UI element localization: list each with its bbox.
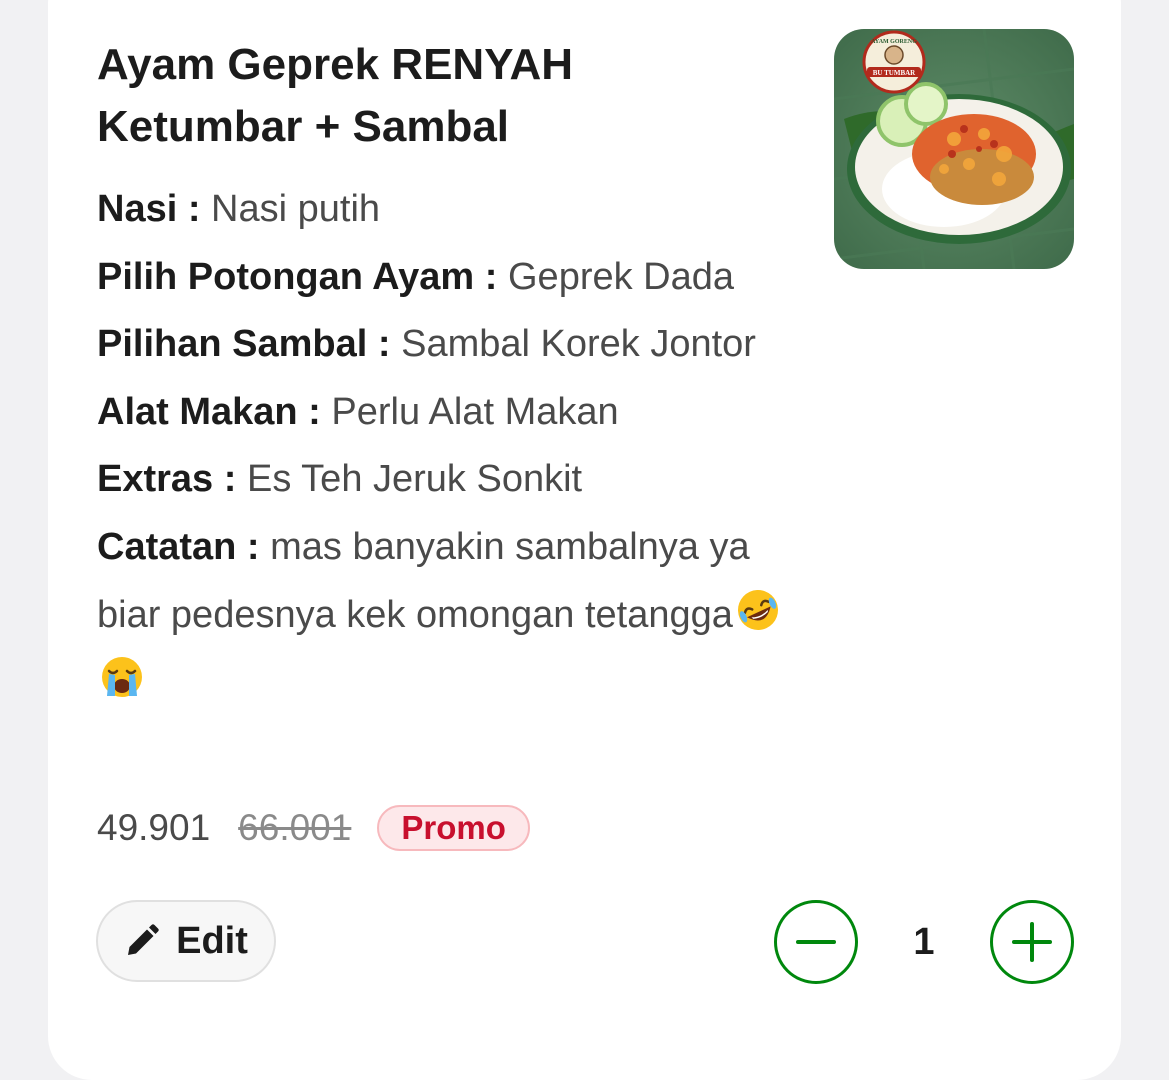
increase-quantity-button[interactable] (990, 900, 1074, 984)
item-image[interactable]: AYAM GORENG BU TUMBAR (834, 29, 1074, 269)
food-photo-icon: AYAM GORENG BU TUMBAR (834, 29, 1074, 269)
option-key: Pilih Potongan Ayam : (97, 255, 498, 298)
option-line: Alat Makan : Perlu Alat Makan (97, 379, 797, 447)
minus-icon (796, 940, 836, 944)
rolling-on-floor-laughing-emoji-icon (737, 589, 778, 630)
option-key: Alat Makan : (97, 390, 321, 433)
note-line: Catatan : mas banyakin sambalnya ya biar… (97, 514, 797, 717)
note-key: Catatan : (97, 525, 260, 568)
option-key: Pilihan Sambal : (97, 323, 391, 366)
pencil-icon (128, 924, 159, 955)
price-row: 49.901 66.001 Promo (97, 800, 530, 856)
edit-button[interactable]: Edit (96, 900, 276, 982)
option-line: Extras : Es Teh Jeruk Sonkit (97, 446, 797, 514)
option-line: Nasi : Nasi putih (97, 176, 797, 244)
original-price: 66.001 (238, 807, 352, 848)
option-value: Es Teh Jeruk Sonkit (246, 458, 583, 501)
svg-text:AYAM GORENG: AYAM GORENG (871, 39, 917, 45)
plus-icon (1012, 922, 1052, 962)
loudly-crying-emoji-icon (102, 657, 142, 698)
option-key: Extras : (97, 458, 237, 501)
item-options: Nasi : Nasi putih Pilih Potongan Ayam : … (97, 176, 797, 717)
option-value: Sambal Korek Jontor (401, 323, 756, 366)
option-line: Pilihan Sambal : Sambal Korek Jontor (97, 311, 797, 379)
quantity-value: 1 (913, 920, 935, 963)
option-value: Geprek Dada (508, 255, 735, 298)
option-key: Nasi : (97, 188, 201, 230)
svg-text:BU TUMBAR: BU TUMBAR (873, 69, 916, 77)
decrease-quantity-button[interactable] (774, 900, 858, 984)
current-price: 49.901 (97, 807, 211, 848)
edit-label: Edit (176, 919, 248, 962)
item-title: Ayam Geprek RENYAH Ketumbar + Sambal (97, 40, 574, 151)
option-line: Pilih Potongan Ayam : Geprek Dada (97, 244, 797, 312)
option-value: Perlu Alat Makan (331, 390, 619, 433)
option-value: Nasi putih (211, 188, 381, 230)
promo-badge: Promo (377, 805, 530, 851)
